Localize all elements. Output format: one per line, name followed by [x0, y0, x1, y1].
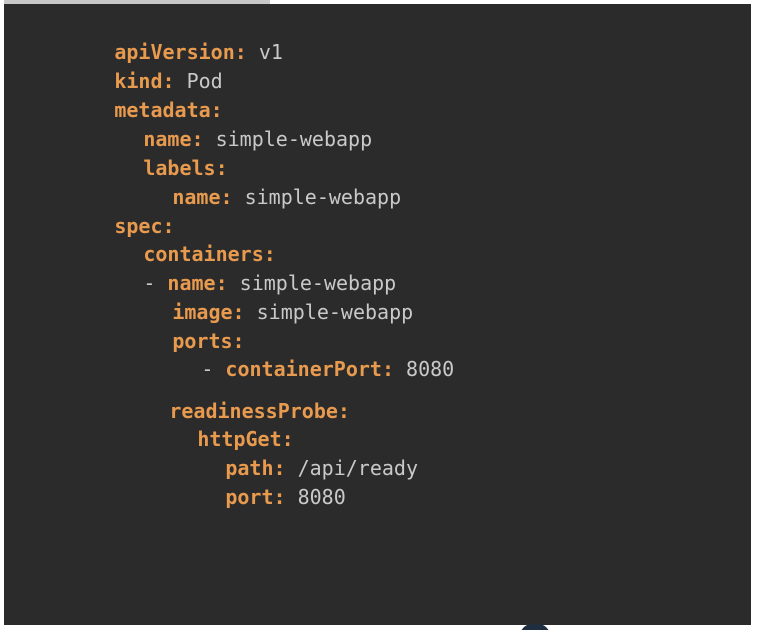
yaml-value: simple-webapp: [244, 300, 414, 324]
yaml-key: name:: [172, 185, 233, 209]
yaml-value: v1: [246, 40, 283, 64]
screenshot-canvas: apiVersion: v1 kind: Pod metadata: name:…: [0, 0, 757, 630]
yaml-value: simple-webapp: [232, 185, 402, 209]
yaml-value: simple-webapp: [203, 127, 373, 151]
yaml-key: port:: [225, 485, 286, 509]
code-editor: apiVersion: v1 kind: Pod metadata: name:…: [4, 4, 751, 625]
yaml-code-block: apiVersion: v1 kind: Pod metadata: name:…: [4, 4, 751, 625]
code-line: port: 8080: [129, 458, 346, 536]
yaml-value: 8080: [285, 485, 346, 509]
yaml-value: 8080: [394, 357, 455, 381]
